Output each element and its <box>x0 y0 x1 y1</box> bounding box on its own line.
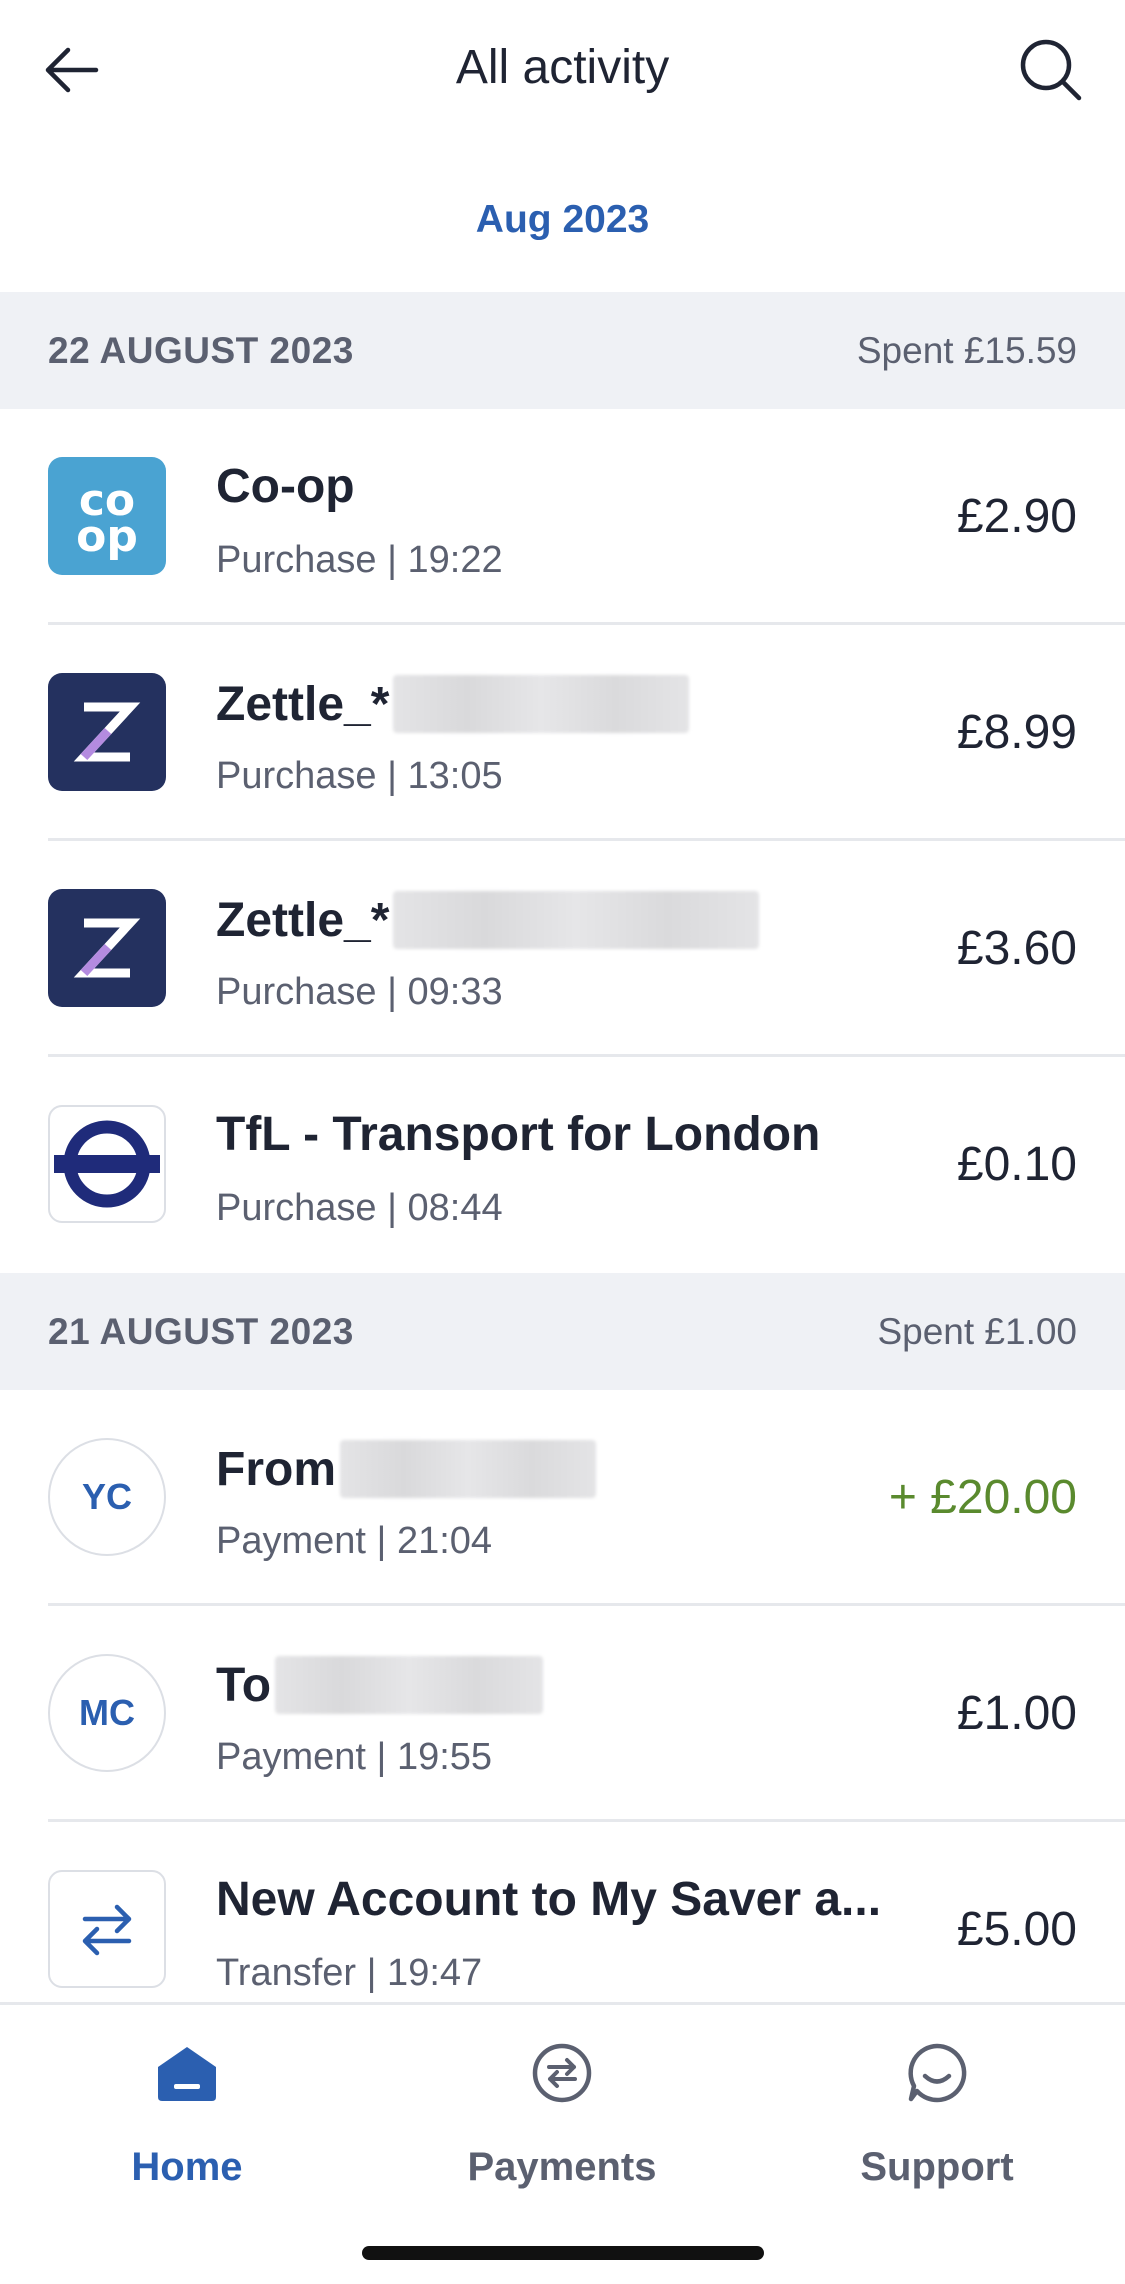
payment-direction: From <box>216 1442 336 1496</box>
nav-home[interactable]: Home <box>37 2033 337 2190</box>
transaction-amount: £1.00 <box>956 1687 1077 1740</box>
transaction-title: Zettle_* <box>216 891 760 949</box>
day-spent-total: Spent £1.00 <box>877 1310 1077 1352</box>
transaction-title: TfL - Transport for London <box>216 1108 821 1161</box>
bottom-navigation: Home Payments Support <box>0 2002 1125 2284</box>
transaction-row[interactable]: YC From Payment | 21:04 + £20.00 <box>0 1390 1125 1606</box>
transaction-title: New Account to My Saver a... <box>216 1873 882 1926</box>
transaction-row[interactable]: MC To Payment | 19:55 £1.00 <box>0 1606 1125 1822</box>
top-bar: All activity <box>0 0 1125 140</box>
home-indicator <box>362 2246 764 2260</box>
svg-text:op: op <box>76 511 138 562</box>
zettle-logo <box>48 673 166 791</box>
day-date: 21 AUGUST 2023 <box>48 1310 354 1352</box>
transaction-subtitle: Transfer | 19:47 <box>216 1952 483 1994</box>
transaction-title: From <box>216 1440 596 1498</box>
page-title: All activity <box>455 41 670 94</box>
nav-payments[interactable]: Payments <box>412 2033 712 2190</box>
transaction-subtitle: Purchase | 13:05 <box>216 755 503 797</box>
home-icon <box>147 2033 227 2113</box>
transaction-amount: + £20.00 <box>888 1471 1077 1524</box>
transaction-amount: £0.10 <box>956 1138 1077 1191</box>
support-icon <box>897 2033 977 2113</box>
merchant-name: Zettle_* <box>216 677 390 731</box>
transaction-row[interactable]: TfL - Transport for London Purchase | 08… <box>0 1057 1125 1273</box>
transaction-amount: £2.90 <box>956 490 1077 543</box>
transaction-subtitle: Purchase | 09:33 <box>216 971 503 1013</box>
transaction-amount: £5.00 <box>956 1903 1077 1956</box>
day-spent-total: Spent £15.59 <box>856 329 1077 371</box>
transaction-title: Co-op <box>216 460 355 513</box>
nav-support[interactable]: Support <box>787 2033 1087 2190</box>
month-selector[interactable]: Aug 2023 <box>0 198 1125 242</box>
redacted-text <box>393 675 690 733</box>
transaction-title: Zettle_* <box>216 675 690 733</box>
coop-logo: co op <box>48 457 166 575</box>
zettle-logo <box>48 889 166 1007</box>
redacted-text <box>393 891 760 949</box>
nav-payments-label: Payments <box>467 2145 657 2189</box>
merchant-name: Zettle_* <box>216 893 390 947</box>
transaction-subtitle: Payment | 19:55 <box>216 1736 493 1778</box>
transaction-subtitle: Purchase | 19:22 <box>216 539 503 581</box>
nav-support-label: Support <box>860 2145 1014 2189</box>
search-icon <box>1020 39 1082 101</box>
transaction-row[interactable]: Zettle_* Purchase | 09:33 £3.60 <box>0 841 1125 1057</box>
avatar-initials: MC <box>79 1692 135 1733</box>
payments-icon <box>522 2033 602 2113</box>
transaction-row[interactable]: Zettle_* Purchase | 13:05 £8.99 <box>0 625 1125 841</box>
transaction-row[interactable]: co op Co-op Purchase | 19:22 £2.90 <box>0 409 1125 625</box>
redacted-text <box>340 1440 596 1498</box>
payment-direction: To <box>216 1658 272 1712</box>
tfl-roundel-logo <box>48 1105 166 1223</box>
day-header: 21 AUGUST 2023 Spent £1.00 <box>0 1273 1125 1390</box>
transaction-title: To <box>216 1656 544 1714</box>
transaction-subtitle: Payment | 21:04 <box>216 1520 493 1562</box>
transaction-amount: £8.99 <box>956 706 1077 759</box>
day-date: 22 AUGUST 2023 <box>48 329 354 371</box>
redacted-text <box>275 1656 544 1714</box>
search-button[interactable] <box>1015 34 1087 106</box>
transaction-subtitle: Purchase | 08:44 <box>216 1187 503 1229</box>
nav-home-label: Home <box>131 2145 243 2189</box>
day-header: 22 AUGUST 2023 Spent £15.59 <box>0 292 1125 409</box>
transfer-arrows-icon <box>48 1870 166 1988</box>
avatar: MC <box>48 1654 166 1772</box>
avatar: YC <box>48 1438 166 1556</box>
transaction-amount: £3.60 <box>956 922 1077 975</box>
avatar-initials: YC <box>81 1476 132 1517</box>
